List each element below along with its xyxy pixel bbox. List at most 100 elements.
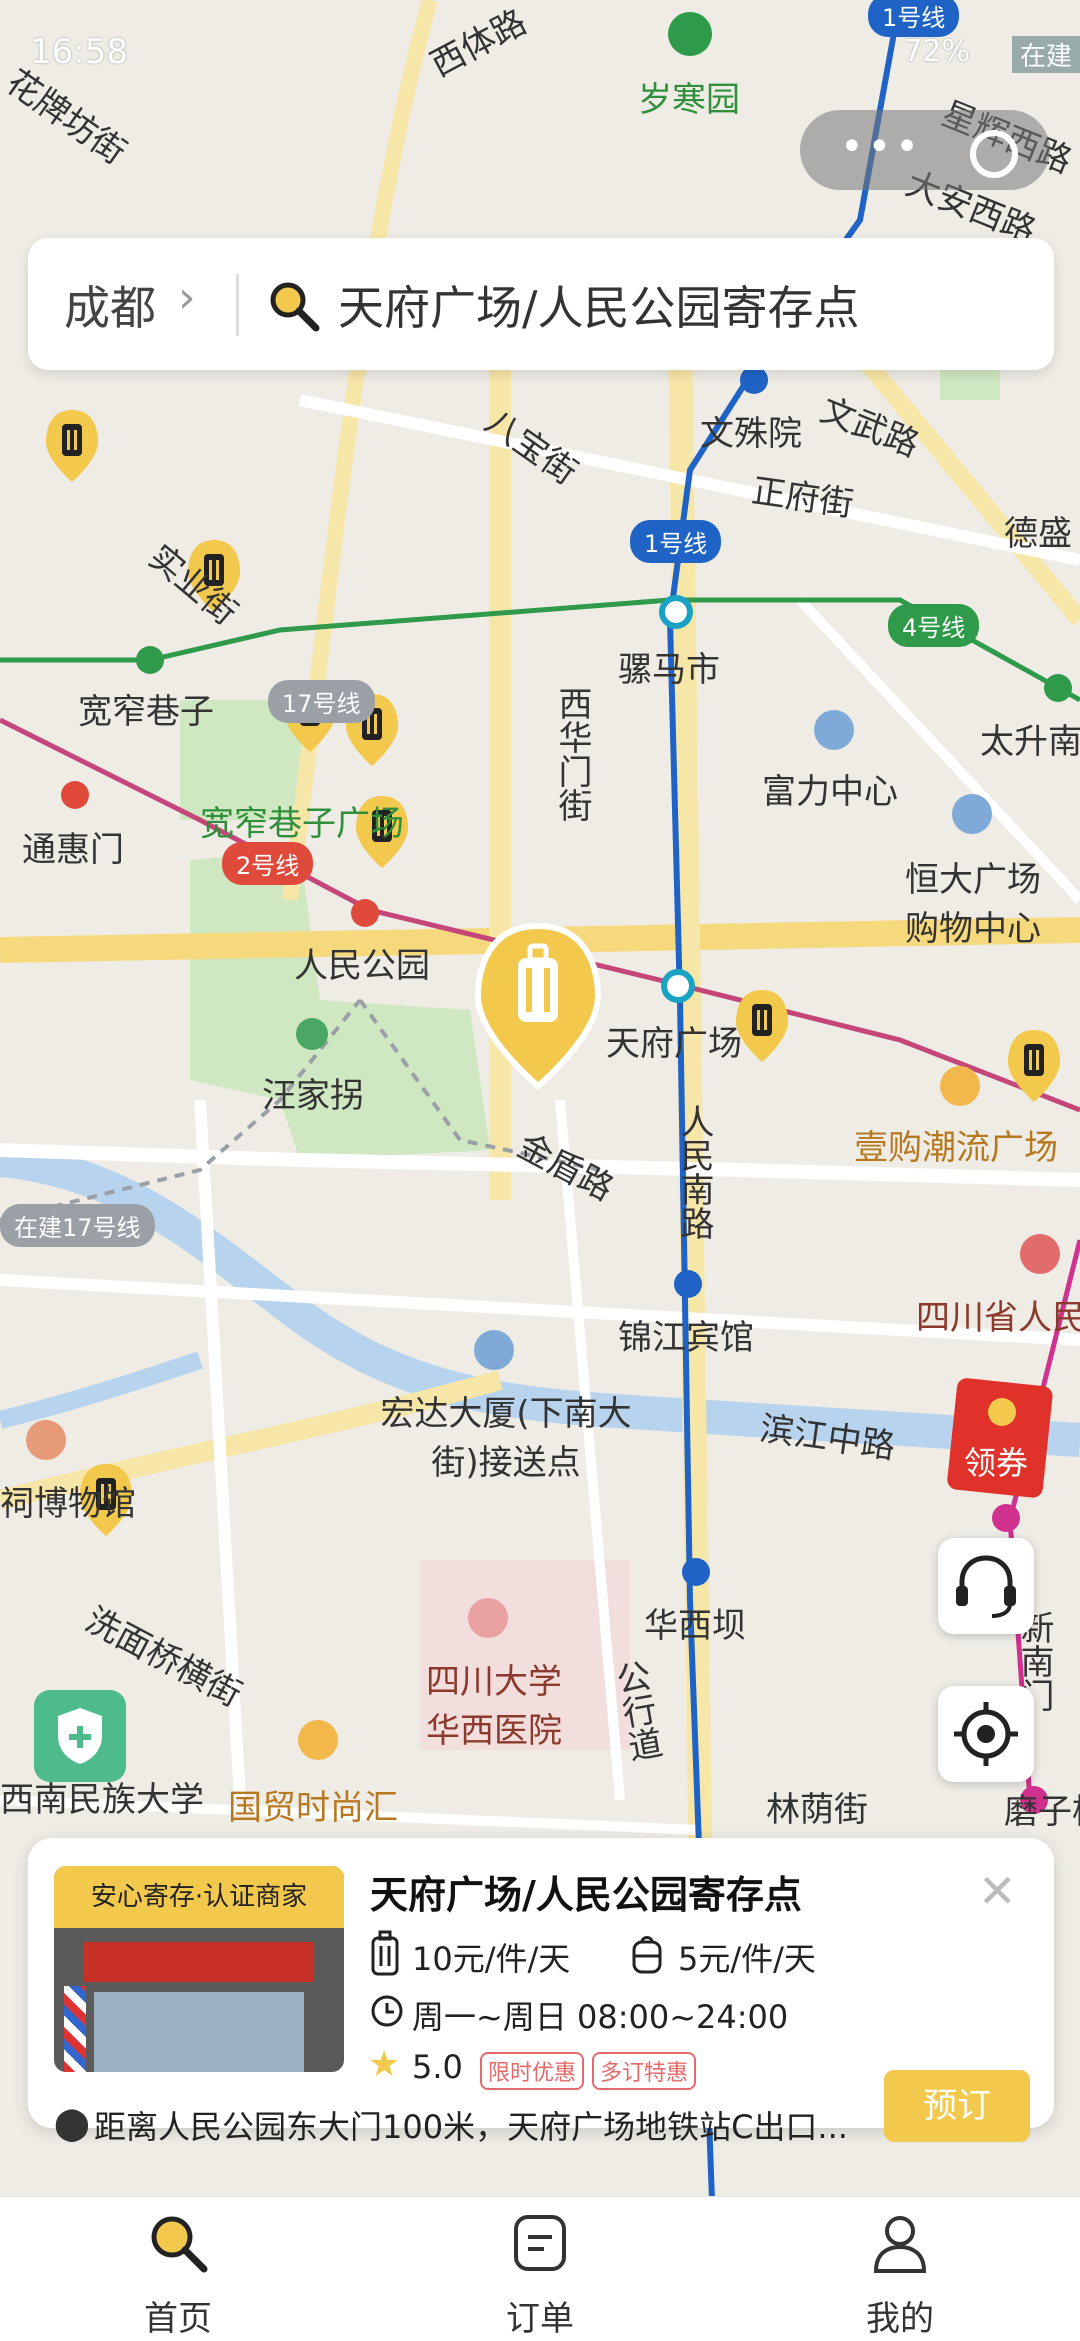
clock-icon (371, 1995, 403, 2027)
more-icon[interactable]: ••• (840, 124, 923, 170)
map-label: 天府广场 (606, 1024, 742, 1064)
map-label: 德盛 (1004, 514, 1072, 554)
opening-hours: 周一~周日 08:00~24:00 (412, 1998, 789, 2036)
price-small-luggage: 5元/件/天 (678, 1940, 816, 1978)
certified-badge: 安心寄存·认证商家 (54, 1866, 344, 1928)
status-time: 16:58 (30, 32, 128, 72)
search-home-icon (151, 2216, 208, 2273)
bottom-tab-bar: 首页 订单 我的 (0, 2196, 1080, 2341)
close-icon[interactable]: ✕ (978, 1864, 1017, 1918)
shield-icon (58, 1708, 102, 1764)
map-label: 壹购潮流广场 (854, 1128, 1058, 1168)
map-label: 宽窄巷子广场 (200, 804, 404, 844)
map-label: 富力中心 (762, 772, 898, 812)
bus-stop-icon (474, 1330, 514, 1370)
book-button[interactable]: 预订 (884, 2070, 1030, 2142)
map-label: 宽窄巷子 (78, 692, 214, 732)
user-icon (873, 2216, 927, 2273)
map-label: 磨子桥 (1004, 1792, 1080, 1832)
map-label: 通惠门 (22, 830, 124, 870)
map-label: 骡马市 (618, 650, 720, 690)
station-kuanzhai (136, 646, 164, 674)
station-taishengnan (1044, 674, 1072, 702)
tab-orders[interactable]: 订单 (440, 2197, 640, 2341)
museum-icon (26, 1420, 66, 1460)
station-wenshuyuan (740, 366, 768, 394)
map-label: 文殊院 (700, 414, 802, 454)
map-label: 祠博物馆 (0, 1484, 136, 1524)
metro-line-tag: 4号线 (888, 604, 980, 647)
mall-icon (298, 1720, 338, 1760)
map-label: 四川大学华西医院 (426, 1662, 562, 1751)
map-label: 太升南 (980, 722, 1080, 762)
promo-tag: 限时优惠 (480, 2052, 585, 2090)
battery-level: 72% (903, 34, 970, 69)
map-label: 恒大广场购物中心 (905, 860, 1041, 949)
status-tag: 在建 (1011, 36, 1080, 73)
suitcase-icon (371, 1930, 399, 1976)
safety-shield-button[interactable] (34, 1690, 126, 1782)
status-bar: 16:58 72% 在建 (0, 0, 1080, 110)
close-miniprogram-icon[interactable] (970, 130, 1018, 178)
tab-profile[interactable]: 我的 (800, 2197, 1000, 2341)
station-renmin-park (351, 899, 379, 927)
store-window (94, 1992, 304, 2072)
map-label: 林荫街 (766, 1790, 868, 1830)
map-label: 国贸时尚汇 (228, 1788, 398, 1828)
location-pin-icon: ⬤ (54, 2104, 90, 2142)
city-selector[interactable]: 成都 (64, 272, 156, 338)
price-large-luggage: 10元/件/天 (412, 1940, 571, 1978)
search-icon (270, 282, 320, 332)
map-label: 华西坝 (644, 1606, 746, 1646)
headset-icon (956, 1555, 1016, 1618)
map-label: 宏达大厦(下南大街)接送点 (380, 1394, 632, 1483)
locate-me-button[interactable] (938, 1686, 1034, 1782)
tab-home[interactable]: 首页 (78, 2197, 278, 2341)
building-icon (952, 794, 992, 834)
map-label: 锦江宾馆 (618, 1318, 754, 1358)
store-address: 距离人民公园东大门100米，天府广场地铁站C出口... (94, 2108, 848, 2146)
metro-line-tag: 1号线 (630, 520, 722, 563)
customer-service-button[interactable] (938, 1538, 1034, 1634)
government-icon (1020, 1234, 1060, 1274)
map-label: 人民公园 (294, 946, 430, 986)
map-label: 人民南路 (674, 1104, 714, 1240)
backpack-icon (632, 1936, 662, 1974)
locate-icon (954, 1702, 1018, 1766)
coupon-label: 领券 (964, 1444, 1029, 1482)
search-bar[interactable]: 成都 › 天府广场/人民公园寄存点 (28, 238, 1054, 370)
store-photo: 安心寄存·认证商家 (54, 1866, 344, 2072)
chevron-right-icon: › (178, 272, 196, 323)
promo-tag: 多订特惠 (592, 2052, 697, 2090)
tab-label: 首页 (144, 2299, 212, 2339)
tab-label: 订单 (506, 2299, 574, 2339)
map-label: 四川省人民 (916, 1298, 1080, 1338)
miniprogram-capsule[interactable]: ••• (800, 110, 1050, 190)
rating: 5.0 (412, 2048, 463, 2086)
store-sign (84, 1942, 314, 1982)
store-detail-card[interactable]: 安心寄存·认证商家 天府广场/人民公园寄存点 ✕ 10元/件/天 5元/件/天 … (28, 1838, 1054, 2146)
divider (236, 274, 239, 336)
store-title: 天府广场/人民公园寄存点 (370, 1873, 802, 1917)
map-label: 西华门街 (552, 686, 592, 822)
star-icon: ★ (368, 2044, 401, 2085)
metro-line-tag: 在建17号线 (0, 1204, 155, 1247)
station-tonghuimen (61, 781, 89, 809)
coupon-button[interactable]: 领券 (946, 1372, 1056, 1502)
station-jinjiang-hotel (674, 1270, 702, 1298)
metro-line-tag: 17号线 (268, 680, 375, 723)
station-luomashi (659, 595, 693, 629)
mall-icon (940, 1066, 980, 1106)
building-icon (814, 710, 854, 750)
search-input[interactable]: 天府广场/人民公园寄存点 (338, 272, 860, 338)
metro-line-tag: 2号线 (222, 842, 314, 885)
station-tianfu-square (661, 969, 695, 1003)
orders-icon (514, 2215, 566, 2271)
station-xinnanmen (992, 1504, 1020, 1532)
park-gate-icon (296, 1018, 328, 1050)
barber-pole (64, 1986, 86, 2072)
station-huaxiba (682, 1558, 710, 1586)
map-label: 汪家拐 (262, 1076, 364, 1116)
hospital-icon (468, 1598, 508, 1638)
tab-label: 我的 (866, 2299, 934, 2339)
